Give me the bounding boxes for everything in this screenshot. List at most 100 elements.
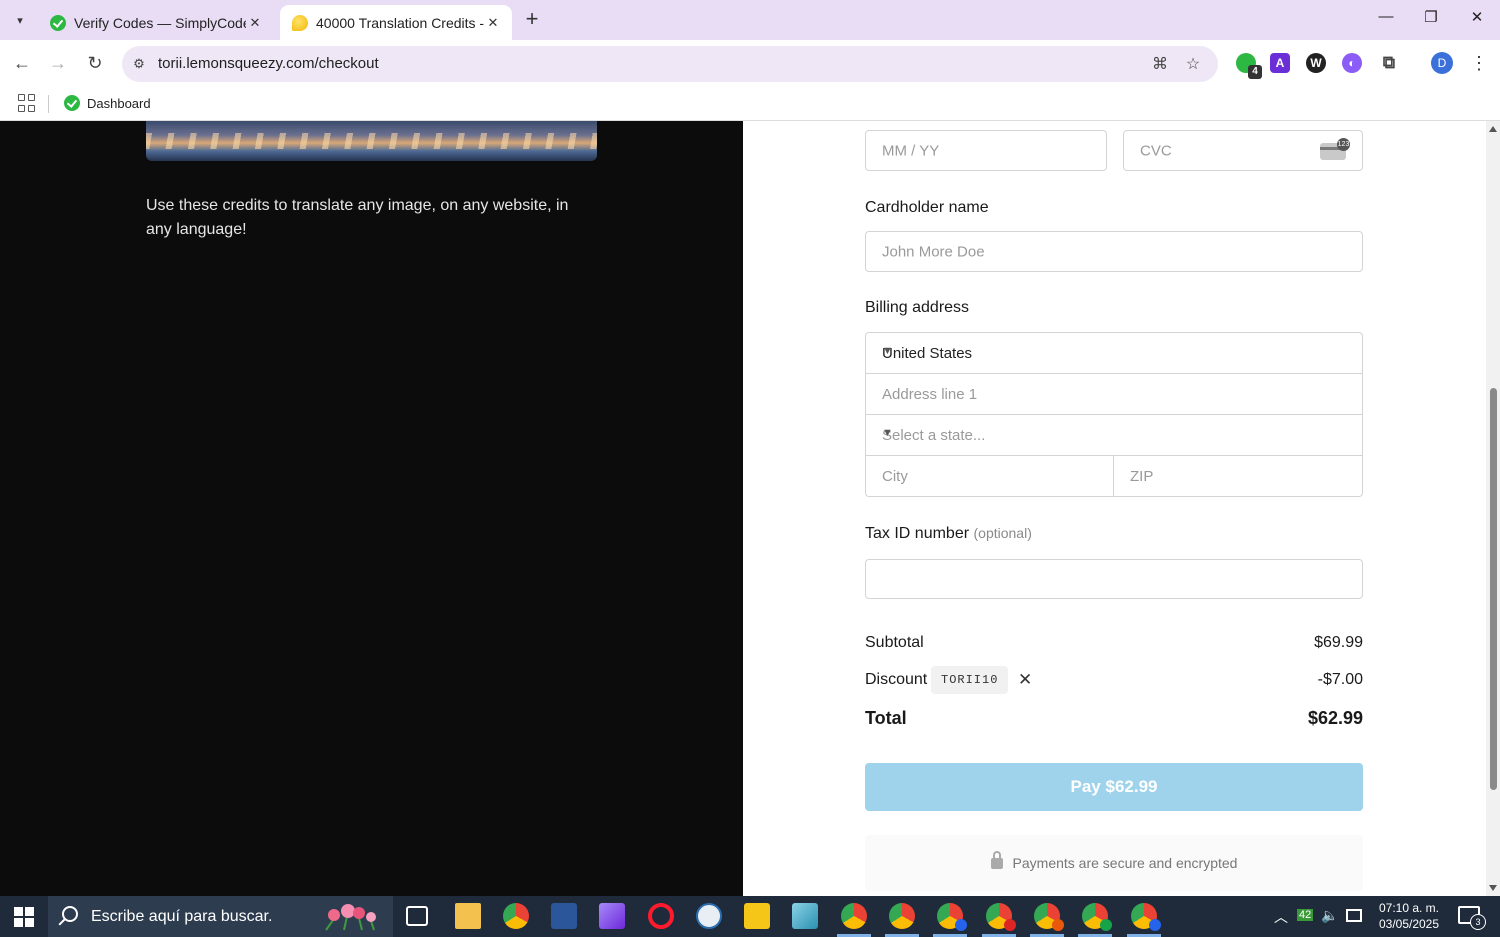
close-window-icon[interactable]: ✕ (1462, 8, 1492, 32)
discount-amount: -$7.00 (1317, 671, 1363, 688)
profile-badge-icon (955, 919, 967, 931)
total-label: Total (865, 708, 907, 728)
bookmark-label: Dashboard (87, 95, 151, 111)
clock-time: 07:10 a. m. (1378, 901, 1440, 915)
tax-id-field[interactable] (865, 559, 1363, 599)
total-amount: $62.99 (1307, 708, 1363, 728)
scroll-up-arrow-icon[interactable] (1489, 126, 1497, 132)
site-info-icon[interactable]: ⚙ (130, 55, 148, 73)
windows-taskbar: Escribe aquí para buscar. ︿ 42 🔈 07:10 a… (0, 896, 1500, 937)
product-image (146, 121, 597, 161)
font-extension-icon[interactable]: A (1270, 53, 1290, 73)
forward-arrow-icon[interactable]: → (46, 51, 70, 75)
chevron-down-icon: ▼ (882, 427, 893, 439)
state-select[interactable]: Select a state... ▼ (866, 415, 1362, 456)
chrome-profile-1-icon[interactable] (837, 903, 871, 937)
chrome-profile-red-icon[interactable] (982, 903, 1016, 937)
browser-menu-icon[interactable]: ⋮ (1470, 52, 1488, 74)
scroll-down-arrow-icon[interactable] (1489, 885, 1497, 891)
tax-id-label-text: Tax ID number (865, 525, 970, 542)
cvc-placeholder: CVC (1140, 142, 1172, 159)
translate-page-icon[interactable]: ⌘ (1149, 54, 1171, 76)
cvc-field[interactable]: CVC 123 (1123, 130, 1363, 171)
windows-start-icon[interactable] (14, 907, 34, 927)
taskbar-search-box[interactable]: Escribe aquí para buscar. (48, 896, 393, 937)
subtotal-label: Subtotal (865, 634, 924, 651)
country-select[interactable]: United States ▼ (866, 333, 1362, 374)
extension-badge: 4 (1248, 65, 1262, 79)
apps-grid-icon[interactable] (18, 94, 36, 112)
purple-extension-icon[interactable]: ◐ (1342, 53, 1362, 73)
address-line1-field[interactable]: Address line 1 (866, 374, 1362, 415)
profile-badge-icon (1100, 919, 1112, 931)
tab-title: 40000 Translation Credits - Che (316, 14, 484, 31)
cardholder-name-field[interactable]: John More Doe (865, 231, 1363, 272)
w-extension-icon[interactable]: W (1306, 53, 1326, 73)
chrome-profile-orange-icon[interactable] (1030, 903, 1064, 937)
system-clock[interactable]: 07:10 a. m. 03/05/2025 (1370, 900, 1448, 932)
tray-overflow-chevron-icon[interactable]: ︿ (1274, 907, 1288, 927)
word-icon[interactable] (551, 903, 577, 929)
product-description: Use these credits to translate any image… (146, 197, 569, 238)
remove-discount-icon[interactable]: ✕ (1018, 670, 1032, 690)
billing-address-label: Billing address (865, 299, 970, 316)
pen-app-icon[interactable] (599, 903, 625, 929)
bookmark-star-icon[interactable]: ☆ (1182, 54, 1204, 76)
network-icon[interactable] (1346, 909, 1362, 922)
browser-toolbar: ← → ↻ ⚙ torii.lemonsqueezy.com/checkout … (0, 40, 1500, 86)
notification-count: 3 (1470, 914, 1486, 930)
clock-app-icon[interactable] (696, 903, 722, 929)
pdf-app-icon[interactable] (744, 903, 770, 929)
chrome-profile-d-icon[interactable] (933, 903, 967, 937)
page-scrollbar[interactable] (1486, 121, 1500, 896)
tab-strip: ▾ Verify Codes — SimplyCodes ✕ 40000 Tra… (0, 0, 1500, 40)
extensions-puzzle-icon[interactable]: ⧉ (1379, 53, 1399, 73)
cvc-card-icon: 123 (1320, 138, 1350, 160)
discount-label: Discount (865, 671, 928, 688)
tab-translation-credits[interactable]: 40000 Translation Credits - Che ✕ (280, 5, 512, 40)
address-bar[interactable]: ⚙ torii.lemonsqueezy.com/checkout ⌘ ☆ (122, 46, 1218, 82)
chrome-profile-s-icon[interactable] (1127, 903, 1161, 937)
scrollbar-thumb[interactable] (1490, 388, 1497, 790)
expiry-placeholder: MM / YY (882, 142, 940, 159)
tab-verify-codes[interactable]: Verify Codes — SimplyCodes ✕ (38, 5, 274, 40)
restore-window-icon[interactable]: ❐ (1416, 8, 1446, 32)
back-arrow-icon[interactable]: ← (10, 51, 34, 75)
tax-id-label: Tax ID number (optional) (865, 525, 1032, 543)
bookmark-dashboard[interactable]: Dashboard (64, 92, 151, 114)
secure-payment-notice: Payments are secure and encrypted (865, 835, 1363, 891)
notes-app-icon[interactable] (792, 903, 818, 929)
reload-icon[interactable]: ↻ (83, 51, 107, 75)
tab-search-chevron-icon[interactable]: ▾ (8, 8, 32, 32)
url-text[interactable]: torii.lemonsqueezy.com/checkout (158, 55, 379, 72)
lemonsqueezy-favicon-icon (292, 14, 308, 31)
profile-badge-icon (1004, 919, 1016, 931)
zip-field[interactable]: ZIP (1114, 456, 1362, 497)
opera-icon[interactable] (648, 903, 674, 929)
chrome-profile-green-icon[interactable] (1078, 903, 1112, 937)
discount-code-badge: TORII10 (931, 666, 1009, 694)
chrome-profile-2-icon[interactable] (885, 903, 919, 937)
volume-icon[interactable]: 🔈 (1321, 907, 1338, 924)
pay-button[interactable]: Pay $62.99 (865, 763, 1363, 811)
close-tab-icon[interactable]: ✕ (246, 15, 264, 31)
battery-indicator[interactable]: 42 (1297, 909, 1314, 921)
flowers-decoration-icon (325, 904, 376, 931)
city-placeholder: City (882, 468, 908, 485)
close-tab-icon[interactable]: ✕ (484, 15, 502, 31)
chrome-icon[interactable] (503, 903, 529, 929)
billing-address-group: United States ▼ Address line 1 Select a … (865, 332, 1363, 497)
task-view-icon[interactable] (406, 906, 428, 926)
subtotal-amount: $69.99 (1314, 634, 1363, 651)
notification-center-icon[interactable]: 3 (1458, 906, 1486, 930)
city-field[interactable]: City (866, 456, 1114, 497)
new-tab-plus-icon[interactable]: + (520, 8, 544, 32)
payment-form: MM / YY CVC 123 Cardholder name John Mor… (743, 121, 1486, 896)
minimize-icon[interactable]: — (1371, 8, 1401, 32)
simplycodes-extension-icon[interactable]: 4 (1236, 53, 1262, 79)
cardholder-label: Cardholder name (865, 199, 989, 216)
expiry-field[interactable]: MM / YY (865, 130, 1107, 171)
total-row: Total $62.99 (865, 708, 1363, 734)
profile-avatar[interactable]: D (1431, 52, 1453, 74)
file-explorer-icon[interactable] (455, 903, 481, 929)
